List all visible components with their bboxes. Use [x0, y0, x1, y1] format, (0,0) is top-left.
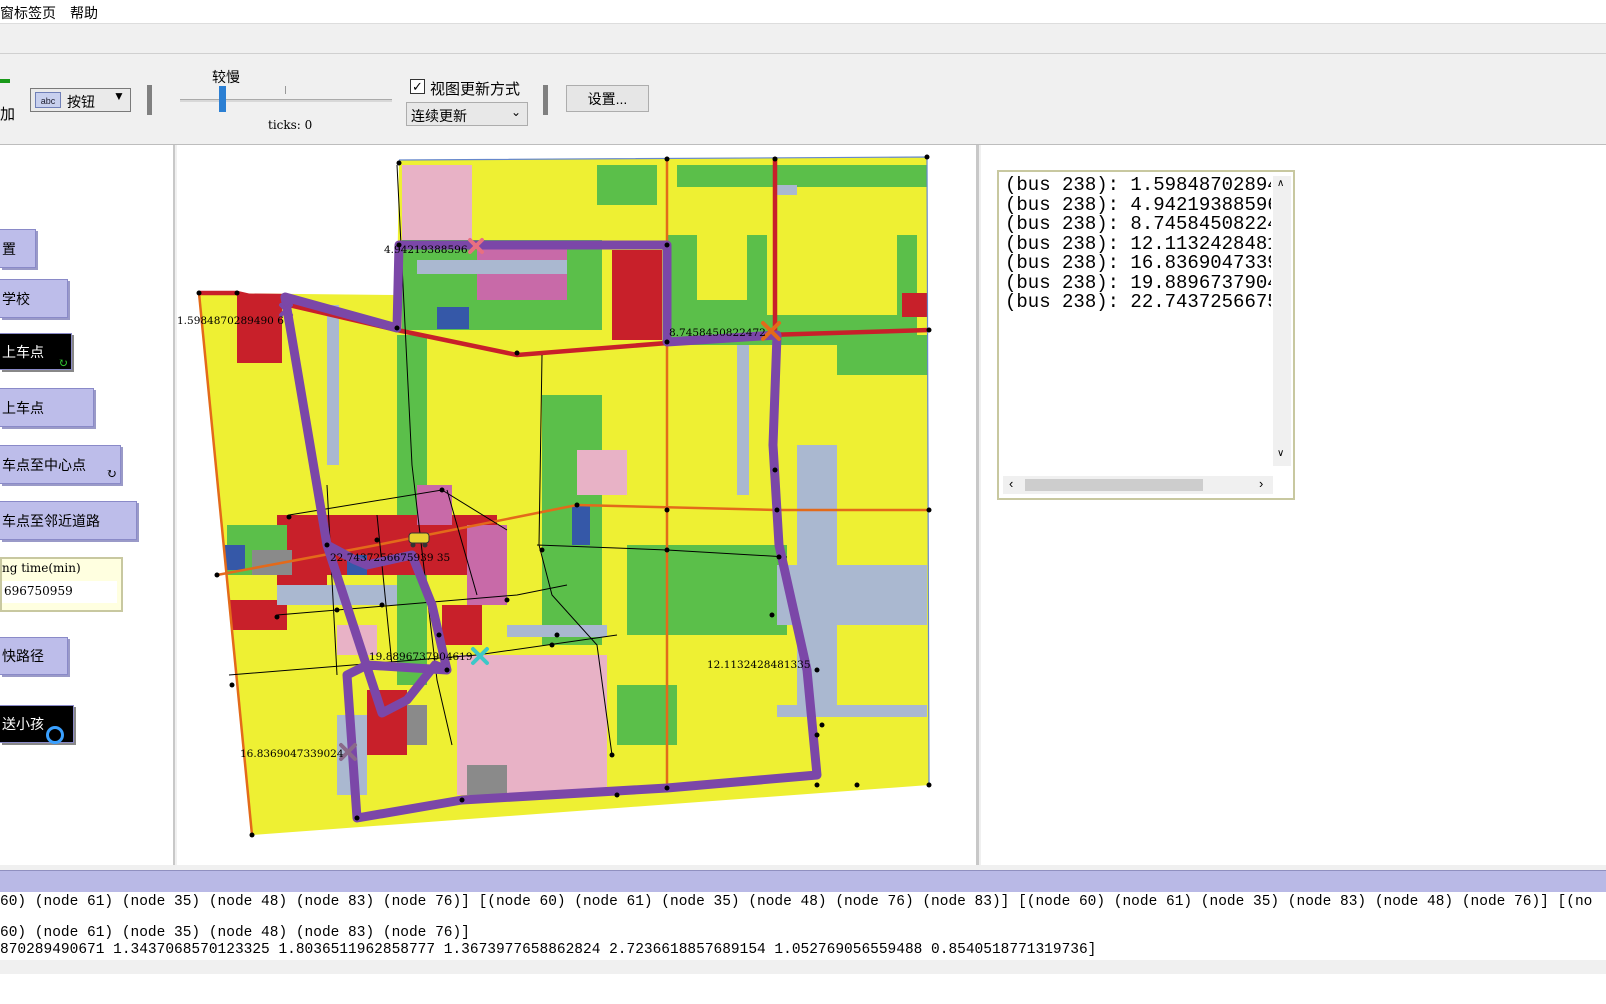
horizontal-scrollbar[interactable]: ‹ ›	[1003, 476, 1273, 494]
command-scrollbar[interactable]	[0, 960, 1606, 974]
speed-slider[interactable]	[180, 99, 392, 102]
stop-label: 4.94219388596	[384, 244, 468, 256]
stop-label: 22.7437256675939 35	[330, 552, 450, 564]
pickup-point-button[interactable]: 上车点	[0, 388, 94, 427]
output-line: (bus 238): 16.836904733902	[1005, 252, 1271, 274]
menu-bar: 窗 标签页 帮助	[0, 0, 1606, 24]
interface-panel: 置 学校 上车点 ↻ 上车点 车点至中心点 ↻ 车点至邻近道路 ng time(…	[0, 145, 175, 865]
command-output-line: 60) (node 61) (node 35) (node 48) (node …	[0, 894, 1593, 910]
school-button[interactable]: 学校	[0, 279, 68, 318]
travel-time-monitor: ng time(min) 696750959	[0, 557, 123, 612]
shortest-path-button[interactable]: 快路径	[0, 637, 68, 675]
stop-label: 8.7458450822472	[669, 327, 766, 339]
pickup-to-center-label: 车点至中心点	[2, 457, 86, 474]
output-line: (bus 238): 22.743725667593	[1005, 291, 1271, 313]
forever-icon: ↻	[58, 356, 69, 370]
deliver-label: 送小孩	[2, 717, 44, 733]
ticks-counter: ticks: 0	[268, 118, 313, 132]
scroll-right-icon[interactable]: ›	[1259, 476, 1263, 491]
output-line: (bus 238): 8.745845082247	[1005, 213, 1271, 235]
chevron-down-icon: ▼	[113, 89, 125, 103]
toolbar-separator	[147, 85, 152, 115]
monitor-value: 696750959	[2, 581, 117, 603]
speed-label: 较慢	[212, 69, 240, 85]
stop-label: 12.1132428481335	[707, 659, 811, 671]
update-mode-value: 连续更新	[411, 108, 467, 124]
forever-icon: ↻	[106, 467, 117, 482]
command-output-line: 60) (node 61) (node 35) (node 48) (node …	[0, 925, 470, 941]
button-widget-icon: abc	[35, 92, 61, 108]
view-update-checkbox[interactable]: ✓	[410, 79, 425, 94]
command-center-bar[interactable]	[0, 870, 1606, 892]
pickup-point-forever-button[interactable]: 上车点 ↻	[0, 333, 72, 370]
scroll-left-icon[interactable]: ‹	[1009, 476, 1013, 491]
command-output: 60) (node 61) (node 35) (node 48) (node …	[0, 892, 1606, 1004]
view-update-label: 视图更新方式	[430, 81, 521, 98]
map-canvas[interactable]: 4.94219388596 1.5984870289490 6 8.745845…	[177, 145, 979, 865]
toolbar-separator	[543, 85, 548, 115]
pickup-to-road-button[interactable]: 车点至邻近道路	[0, 501, 137, 540]
settings-button[interactable]: 设置...	[566, 85, 649, 112]
slider-tick	[285, 86, 286, 94]
toolbar: 加 abc 按钮 ▼ 较慢 ticks: 0 ✓ 视图更新方式 连续更新 ⌄ 设…	[0, 55, 1606, 145]
vertical-scrollbar[interactable]: ∧ ∨	[1273, 176, 1291, 466]
widget-type-select[interactable]: abc 按钮 ▼	[30, 88, 131, 112]
scroll-down-icon[interactable]: ∨	[1277, 448, 1284, 459]
add-label[interactable]: 加	[0, 103, 15, 124]
tab-strip	[0, 24, 1606, 54]
output-text: (bus 238): 1.5984870289490671 (bus 238):…	[1003, 176, 1271, 466]
deliver-children-button[interactable]: 送小孩	[0, 705, 74, 744]
stop-label: 1.5984870289490 6	[177, 315, 284, 327]
add-plus-icon	[0, 79, 10, 83]
menu-item-tabs[interactable]: 标签页	[14, 3, 56, 23]
chevron-down-icon: ⌄	[511, 105, 522, 119]
update-mode-select[interactable]: 连续更新 ⌄	[406, 102, 528, 126]
menu-item-window[interactable]: 窗	[0, 3, 14, 23]
busy-spinner-icon	[46, 726, 64, 744]
speed-slider-thumb[interactable]	[219, 86, 226, 112]
pickup-point-label: 上车点	[2, 344, 44, 361]
output-area[interactable]: (bus 238): 1.5984870289490671 (bus 238):…	[997, 170, 1295, 500]
monitor-label: ng time(min)	[2, 561, 81, 575]
output-line: (bus 238): 1.5984870289490671	[1005, 176, 1271, 196]
widget-type-value: 按钮	[67, 94, 95, 110]
stop-label: 19.8896737904619	[369, 651, 473, 663]
setup-button[interactable]: 置	[0, 229, 36, 268]
pickup-to-center-button[interactable]: 车点至中心点 ↻	[0, 445, 121, 484]
scroll-up-icon[interactable]: ∧	[1277, 178, 1284, 189]
menu-item-help[interactable]: 帮助	[70, 3, 98, 23]
stop-label: 16.8369047339024	[240, 748, 344, 760]
command-output-line: 870289490671 1.3437068570123325 1.803651…	[0, 942, 1097, 958]
world-view[interactable]: 4.94219388596 1.5984870289490 6 8.745845…	[177, 145, 979, 865]
scrollbar-thumb[interactable]	[1025, 479, 1203, 491]
